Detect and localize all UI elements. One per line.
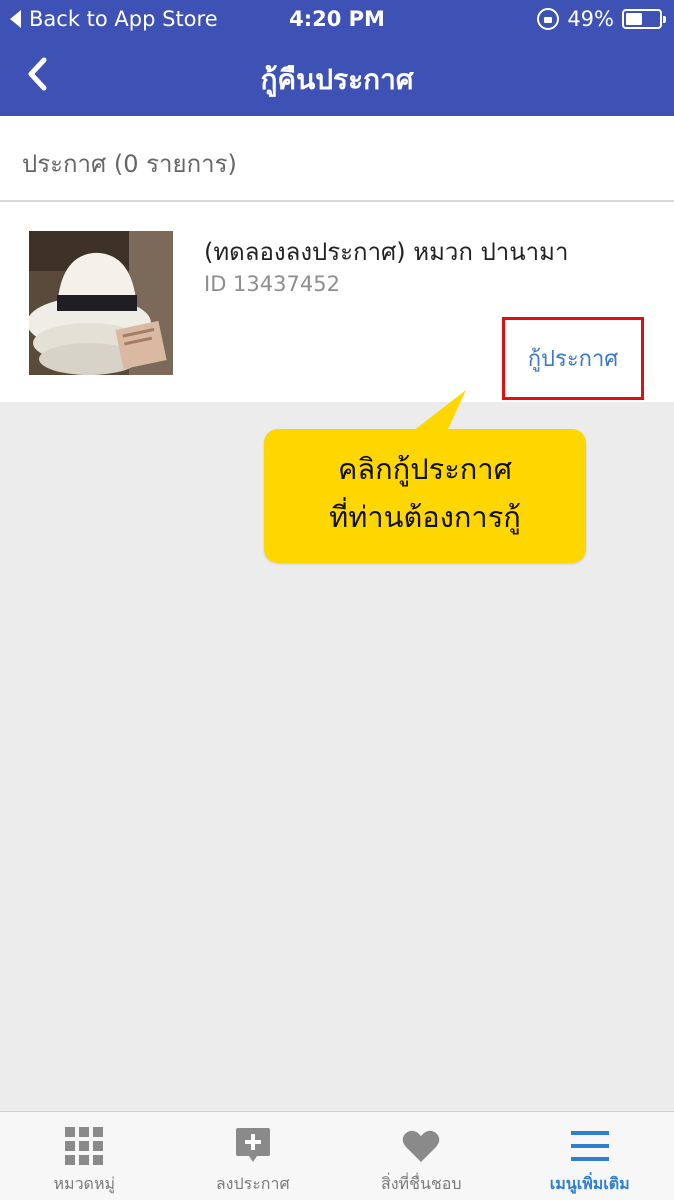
tab-post-listing[interactable]: ลงประกาศ — [169, 1112, 338, 1200]
listing-title: (ทดลองลงประกาศ) หมวก ปานามา — [204, 238, 569, 266]
tab-label: สิ่งที่ชื่นชอบ — [380, 1174, 462, 1193]
listing-count-bar: ประกาศ (0 รายการ) — [0, 116, 674, 202]
listing-count: ประกาศ (0 รายการ) — [22, 150, 237, 178]
hint-line-1: คลิกกู้ประกาศ — [337, 452, 513, 486]
tab-label: เมนูเพิ่มเติม — [549, 1174, 630, 1193]
tab-categories[interactable]: หมวดหมู่ — [0, 1112, 169, 1200]
listing-thumbnail — [29, 231, 173, 375]
list-item: (ทดลองลงประกาศ) หมวก ปานามา ID 13437452 … — [0, 202, 674, 402]
post-add-icon — [233, 1126, 273, 1166]
app-header: Back to App Store 4:20 PM 49% กู้คืนประก… — [0, 0, 674, 116]
tab-label: ลงประกาศ — [215, 1174, 290, 1193]
tab-bar: หมวดหมู่ ลงประกาศ สิ่งที่ชื่นชอบ เมนูเพิ… — [0, 1111, 674, 1200]
tab-favorites[interactable]: สิ่งที่ชื่นชอบ — [337, 1112, 506, 1200]
battery-percent: 49% — [567, 7, 614, 31]
hint-line-2: ที่ท่านต้องการกู้ — [329, 500, 521, 534]
heart-icon — [401, 1126, 441, 1166]
back-to-app-store-label: Back to App Store — [29, 7, 218, 31]
menu-icon — [570, 1126, 610, 1166]
nav-bar: กู้คืนประกาศ — [0, 38, 674, 116]
grid-icon — [64, 1126, 104, 1166]
battery-fill — [626, 13, 642, 25]
rotation-lock-icon — [537, 8, 560, 30]
back-triangle-icon — [10, 10, 21, 28]
battery-icon — [622, 9, 666, 29]
status-indicators: 49% — [537, 7, 666, 31]
hint-tooltip: คลิกกู้ประกาศ ที่ท่านต้องการกู้ — [264, 429, 586, 563]
tab-more-menu[interactable]: เมนูเพิ่มเติม — [506, 1112, 674, 1200]
page-title: กู้คืนประกาศ — [260, 63, 414, 96]
hint-text: คลิกกู้ประกาศ ที่ท่านต้องการกู้ — [264, 445, 586, 541]
listing-id: ID 13437452 — [204, 272, 340, 296]
tab-label: หมวดหมู่ — [53, 1174, 116, 1193]
back-to-app-store[interactable]: Back to App Store — [10, 7, 218, 31]
status-bar: Back to App Store 4:20 PM 49% — [0, 0, 674, 38]
restore-listing-button[interactable]: กู้ประกาศ — [502, 317, 644, 400]
hat-image-icon — [29, 231, 173, 375]
